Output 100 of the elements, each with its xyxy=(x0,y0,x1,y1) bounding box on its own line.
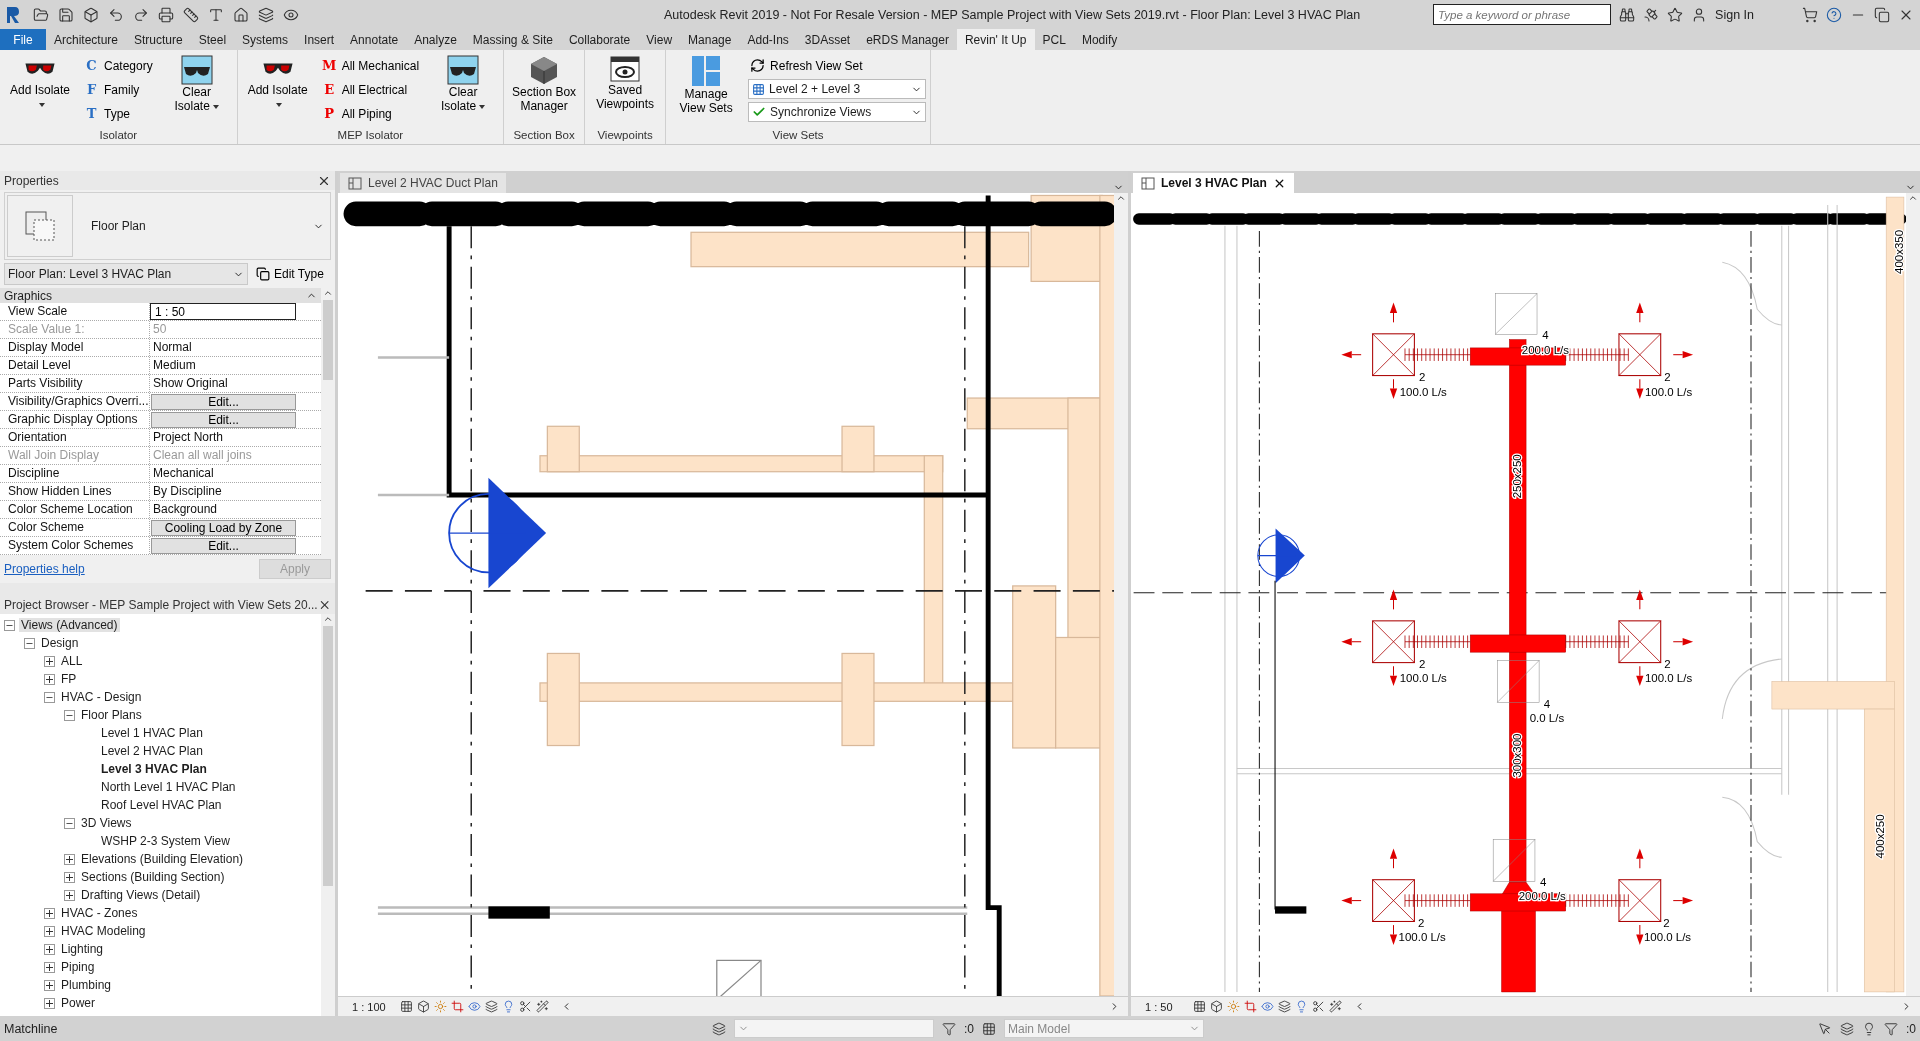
scroll-up-icon[interactable] xyxy=(323,614,333,624)
grid-icon[interactable] xyxy=(982,1021,996,1036)
tree-item[interactable]: WSHP 2-3 System View xyxy=(99,834,232,848)
scroll-up-icon[interactable] xyxy=(1116,193,1126,203)
tree-item[interactable]: Design xyxy=(39,636,81,650)
expand-icon[interactable] xyxy=(64,889,75,901)
ribbon-button[interactable]: P All Piping xyxy=(319,103,422,124)
ribbon-tab[interactable]: View xyxy=(638,29,681,50)
layers-icon[interactable] xyxy=(485,1000,498,1013)
collapse-icon[interactable] xyxy=(64,817,75,829)
wand-icon[interactable] xyxy=(536,1000,549,1013)
ribbon-button[interactable]: C Category xyxy=(82,55,155,76)
ribbon-tab[interactable]: Steel xyxy=(190,29,235,50)
property-button[interactable]: Edit... xyxy=(151,412,296,428)
expand-icon[interactable] xyxy=(44,925,55,937)
ribbon-button[interactable]: Add Isolate xyxy=(4,53,76,113)
ribbon-tab[interactable]: Annotate xyxy=(342,29,407,50)
expand-icon[interactable] xyxy=(44,961,55,973)
crop-icon[interactable] xyxy=(451,1000,464,1013)
save-icon[interactable] xyxy=(58,6,74,23)
expand-icon[interactable] xyxy=(44,997,55,1009)
lightbulb-icon[interactable] xyxy=(1295,1000,1308,1013)
sign-in-link[interactable]: Sign In xyxy=(1715,7,1754,22)
printer-icon[interactable] xyxy=(158,6,174,23)
ribbon-button[interactable]: Manage View Sets xyxy=(670,53,743,117)
expand-icon[interactable] xyxy=(64,853,75,865)
eye-icon[interactable] xyxy=(1261,1000,1274,1013)
scrollbar[interactable] xyxy=(1114,193,1128,996)
tree-item[interactable]: Power xyxy=(59,996,97,1010)
expand-icon[interactable] xyxy=(44,673,55,685)
tree-item[interactable]: North Level 1 HVAC Plan xyxy=(99,780,238,794)
ribbon-tab[interactable]: Systems xyxy=(234,29,297,50)
collapse-icon[interactable] xyxy=(4,619,15,631)
sun-icon[interactable] xyxy=(1227,1000,1240,1013)
tree-item[interactable]: HVAC Modeling xyxy=(59,924,148,938)
open-folder-icon[interactable] xyxy=(33,6,49,23)
ruler-icon[interactable] xyxy=(183,6,199,23)
property-value-field[interactable]: 1 : 50 xyxy=(150,303,296,320)
tree-item[interactable]: Level 2 HVAC Plan xyxy=(99,744,205,758)
refresh-view-set-button[interactable]: Refresh View Set xyxy=(748,55,927,76)
expand-icon[interactable] xyxy=(44,655,55,667)
ribbon-button[interactable]: Saved Viewpoints xyxy=(589,53,662,113)
ribbon-tab[interactable]: eRDS Manager xyxy=(858,29,957,50)
home-icon[interactable] xyxy=(233,6,249,23)
expand-icon[interactable] xyxy=(64,871,75,883)
lightbulb-icon[interactable] xyxy=(502,1000,515,1013)
ribbon-tab[interactable]: Add-Ins xyxy=(739,29,797,50)
search-field[interactable]: Type a keyword or phrase xyxy=(1433,4,1612,25)
undo-icon[interactable] xyxy=(108,6,124,23)
sun-icon[interactable] xyxy=(434,1000,447,1013)
filter-icon[interactable] xyxy=(942,1021,956,1036)
ribbon-tab[interactable]: Architecture xyxy=(46,29,127,50)
synchronize-views-dropdown[interactable]: Synchronize Views xyxy=(748,102,927,122)
properties-help-link[interactable]: Properties help xyxy=(4,562,85,576)
cube-icon[interactable] xyxy=(417,1000,430,1013)
lightbulb-icon[interactable] xyxy=(1862,1021,1876,1036)
tree-item[interactable]: Level 1 HVAC Plan xyxy=(99,726,205,740)
satellite-icon[interactable] xyxy=(1643,6,1660,23)
property-button[interactable]: Edit... xyxy=(151,394,296,410)
property-button[interactable]: Edit... xyxy=(151,538,296,554)
ribbon-button[interactable]: Section Box Manager xyxy=(508,53,581,115)
instance-dropdown[interactable]: Floor Plan: Level 3 HVAC Plan xyxy=(4,263,248,285)
scrollbar-thumb[interactable] xyxy=(323,300,333,380)
property-button[interactable]: Cooling Load by Zone xyxy=(151,520,296,536)
restore-icon[interactable] xyxy=(1874,6,1890,23)
help-icon[interactable] xyxy=(1826,6,1842,23)
binoculars-icon[interactable] xyxy=(1619,6,1636,23)
text-icon[interactable] xyxy=(208,6,224,23)
collapse-icon[interactable] xyxy=(44,691,55,703)
cube-icon[interactable] xyxy=(1210,1000,1223,1013)
layers-icon[interactable] xyxy=(1278,1000,1291,1013)
scissors-icon[interactable] xyxy=(1312,1000,1325,1013)
ribbon-tab[interactable]: Modify xyxy=(1073,29,1126,50)
tree-item[interactable]: HVAC - Design xyxy=(59,690,144,704)
expand-icon[interactable] xyxy=(44,979,55,991)
ribbon-button[interactable]: M All Mechanical xyxy=(319,55,422,76)
document-tab[interactable]: Level 2 HVAC Duct Plan xyxy=(340,173,506,193)
edit-type-button[interactable]: Edit Type xyxy=(256,267,324,281)
tree-item[interactable]: Elevations (Building Elevation) xyxy=(79,852,246,866)
ribbon-button[interactable]: T Type xyxy=(82,103,155,124)
scrollbar[interactable] xyxy=(321,614,335,1016)
ribbon-tab[interactable]: Structure xyxy=(126,29,191,50)
select-links-icon[interactable] xyxy=(1818,1021,1832,1036)
tree-item[interactable]: Floor Plans xyxy=(79,708,144,722)
expand-icon[interactable] xyxy=(44,943,55,955)
ribbon-tab[interactable]: 3DAsset xyxy=(796,29,859,50)
scrollbar-thumb[interactable] xyxy=(323,626,333,886)
tree-item[interactable]: Drafting Views (Detail) xyxy=(79,888,203,902)
tree-item[interactable]: HVAC - Zones xyxy=(59,906,140,920)
tree-item[interactable]: ALL xyxy=(59,654,85,668)
ribbon-tab[interactable]: Collaborate xyxy=(560,29,639,50)
expand-icon[interactable] xyxy=(44,907,55,919)
detail-level-icon[interactable] xyxy=(400,1000,413,1013)
tree-item[interactable]: Plumbing xyxy=(59,978,114,992)
scissors-icon[interactable] xyxy=(519,1000,532,1013)
tree-item[interactable]: Roof Level HVAC Plan xyxy=(99,798,224,812)
scrollbar[interactable] xyxy=(1906,193,1920,996)
tree-item[interactable]: Views (Advanced) xyxy=(19,618,120,632)
tree-item[interactable]: 3D Views xyxy=(79,816,134,830)
ribbon-tab[interactable]: Massing & Site xyxy=(464,29,561,50)
